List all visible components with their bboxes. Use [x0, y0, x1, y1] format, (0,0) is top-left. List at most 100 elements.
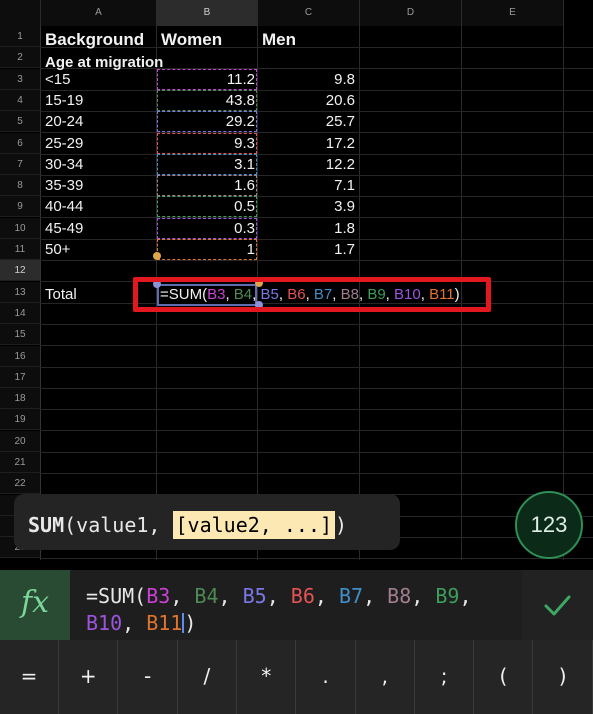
- formula-input[interactable]: =SUM(B3, B4, B5, B6, B7, B8, B9, B10, B1…: [86, 583, 516, 637]
- grid-line: [40, 558, 593, 560]
- column-header-a[interactable]: A: [41, 0, 157, 26]
- grid-line: [40, 451, 593, 453]
- row-header-18[interactable]: 18: [0, 388, 40, 410]
- row-header-13[interactable]: 13: [0, 281, 40, 303]
- key-3[interactable]: /: [178, 640, 237, 714]
- reference-highlight-b3: [157, 68, 257, 90]
- check-icon: [544, 595, 571, 616]
- key-7[interactable]: ;: [415, 640, 475, 714]
- cell-c5[interactable]: 25.7: [258, 113, 355, 130]
- cell-a8[interactable]: 35-39: [45, 177, 83, 194]
- column-header-e[interactable]: E: [462, 0, 564, 26]
- cell-c11[interactable]: 1.7: [258, 241, 355, 258]
- row-header-3[interactable]: 3: [0, 68, 40, 90]
- hint-arg2-active: [value2, ...]: [172, 511, 336, 539]
- separator: ,: [170, 584, 195, 608]
- cell-c1[interactable]: Men: [262, 30, 296, 50]
- cell-c3[interactable]: 9.8: [258, 71, 355, 88]
- function-hint-text: SUM(value1, [value2, ...]): [28, 511, 347, 539]
- grid-line: [40, 174, 593, 176]
- row-header-21[interactable]: 21: [0, 452, 40, 473]
- bar-ref-b8: B8: [387, 584, 412, 608]
- cell-c9[interactable]: 3.9: [258, 198, 355, 215]
- grid-line: [40, 345, 593, 347]
- reference-highlight-b7: [157, 153, 257, 175]
- cell-a6[interactable]: 25-29: [45, 135, 83, 152]
- cell-a5[interactable]: 20-24: [45, 113, 83, 130]
- grid-line: [563, 26, 564, 560]
- cell-a12[interactable]: Total: [45, 286, 77, 303]
- grid-line: [40, 260, 593, 261]
- cell-c6[interactable]: 17.2: [258, 135, 355, 152]
- grid-line: [40, 89, 593, 91]
- row-header-10[interactable]: 10: [0, 217, 40, 239]
- grid-line: [40, 238, 593, 240]
- reference-highlight-b9: [157, 196, 257, 218]
- cell-a10[interactable]: 45-49: [45, 220, 83, 237]
- key-4[interactable]: *: [237, 640, 297, 714]
- row-header-1[interactable]: 1: [0, 26, 40, 47]
- hint-arg1: value1,: [76, 513, 173, 537]
- bar-ref-b7: B7: [338, 584, 364, 608]
- cell-c4[interactable]: 20.6: [258, 92, 355, 109]
- spreadsheet-grid[interactable]: A B C D E 1 2 3 4 5 6 7 8 9 10 11 12 13 14 15 16 17 18 19 2…: [0, 0, 593, 560]
- range-handle[interactable]: [153, 252, 161, 260]
- row-header-7[interactable]: 7: [0, 153, 40, 175]
- numeric-keyboard-toggle-button[interactable]: 123: [515, 491, 583, 559]
- reference-highlight-b8: [157, 175, 257, 197]
- select-all-corner[interactable]: [0, 0, 41, 26]
- key-1[interactable]: +: [59, 640, 119, 714]
- key-9[interactable]: ): [534, 640, 593, 714]
- cell-a11[interactable]: 50+: [45, 241, 70, 258]
- cell-a1[interactable]: Background: [45, 30, 144, 50]
- column-header-c[interactable]: C: [258, 0, 360, 26]
- cell-a3[interactable]: <15: [45, 71, 70, 88]
- row-header-20[interactable]: 20: [0, 430, 40, 452]
- key-0[interactable]: =: [0, 640, 59, 714]
- row-header-4[interactable]: 4: [0, 89, 40, 111]
- hint-open-paren: (: [64, 513, 77, 537]
- cell-a7[interactable]: 30-34: [45, 156, 83, 173]
- row-header-9[interactable]: 9: [0, 196, 40, 218]
- column-header-d[interactable]: D: [360, 0, 462, 26]
- cell-a4[interactable]: 15-19: [45, 92, 83, 109]
- row-header-2[interactable]: 2: [0, 47, 40, 69]
- row-header-12[interactable]: 12: [0, 260, 40, 282]
- key-2[interactable]: -: [119, 640, 178, 714]
- grid-line: [40, 409, 593, 411]
- grid-line: [40, 430, 593, 432]
- cell-a2[interactable]: Age at migration: [45, 54, 163, 71]
- row-header-22[interactable]: 22: [0, 473, 40, 495]
- row-header-11[interactable]: 11: [0, 239, 40, 260]
- grid-line: [40, 323, 593, 325]
- separator: ,: [218, 584, 243, 608]
- bar-ref-b9: B9: [435, 584, 460, 608]
- key-8[interactable]: (: [474, 640, 534, 714]
- row-header-14[interactable]: 14: [0, 302, 40, 324]
- bar-ref-b3: B3: [146, 584, 171, 608]
- cell-b1[interactable]: Women: [161, 30, 222, 50]
- grid-line: [40, 366, 593, 368]
- row-header-5[interactable]: 5: [0, 111, 40, 133]
- row-header-19[interactable]: 19: [0, 409, 40, 431]
- row-header-8[interactable]: 8: [0, 175, 40, 197]
- row-header-15[interactable]: 15: [0, 324, 40, 346]
- row-header-17[interactable]: 17: [0, 366, 40, 388]
- cell-c7[interactable]: 12.2: [258, 156, 355, 173]
- column-header-b[interactable]: B: [157, 0, 258, 26]
- key-6[interactable]: ,: [356, 640, 415, 714]
- bar-ref-b6: B6: [290, 584, 315, 608]
- row-header-6[interactable]: 6: [0, 132, 40, 154]
- fx-button[interactable]: fx: [0, 570, 70, 640]
- key-5[interactable]: .: [297, 640, 356, 714]
- row-header-16[interactable]: 16: [0, 345, 40, 367]
- cell-c10[interactable]: 1.8: [258, 220, 355, 237]
- bar-ref-b10: B10: [86, 611, 123, 635]
- cell-c8[interactable]: 7.1: [258, 177, 355, 194]
- reference-highlight-b4: [157, 89, 257, 111]
- fx-icon: fx: [20, 585, 50, 620]
- grid-line: [40, 387, 593, 389]
- confirm-button[interactable]: [522, 570, 593, 640]
- cell-a9[interactable]: 40-44: [45, 198, 83, 215]
- bar-ref-b4: B4: [194, 584, 219, 608]
